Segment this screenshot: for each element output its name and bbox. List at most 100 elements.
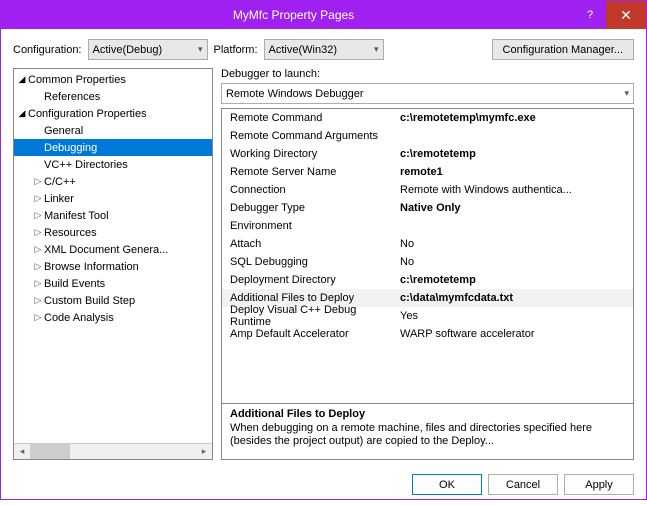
property-row[interactable]: Remote Command Arguments — [222, 127, 633, 145]
property-value: Native Only — [400, 202, 633, 214]
cancel-button[interactable]: Cancel — [488, 474, 558, 495]
debugger-launch-dropdown[interactable]: Remote Windows Debugger ▾ — [221, 83, 634, 104]
triangle-right-icon[interactable]: ▷ — [32, 295, 44, 306]
chevron-down-icon: ▾ — [198, 44, 203, 55]
tree-item-label: Browse Information — [44, 261, 139, 273]
tree-item-label: Manifest Tool — [44, 210, 109, 222]
triangle-right-icon[interactable]: ▷ — [32, 227, 44, 238]
property-value: c:\remotetemp\mymfc.exe — [400, 112, 633, 124]
tree-item-xml-document-genera-[interactable]: ▷XML Document Genera... — [14, 241, 212, 258]
tree-item-label: C/C++ — [44, 176, 76, 188]
property-grid: Remote Commandc:\remotetemp\mymfc.exeRem… — [221, 108, 634, 460]
description-title: Additional Files to Deploy — [230, 408, 625, 420]
property-description: Additional Files to Deploy When debuggin… — [222, 403, 633, 459]
tree-item-resources[interactable]: ▷Resources — [14, 224, 212, 241]
tree-item-label: Debugging — [44, 142, 97, 154]
property-name: Deployment Directory — [230, 274, 400, 286]
property-value: c:\data\mymfcdata.txt — [400, 292, 633, 304]
property-row[interactable]: Remote Server Nameremote1 — [222, 163, 633, 181]
property-name: Working Directory — [230, 148, 400, 160]
triangle-right-icon[interactable]: ▷ — [32, 312, 44, 323]
property-value: Yes — [400, 310, 633, 322]
scroll-left-icon[interactable]: ◂ — [14, 444, 30, 459]
property-value: c:\remotetemp — [400, 148, 633, 160]
tree-item-label: XML Document Genera... — [44, 244, 168, 256]
scroll-thumb[interactable] — [30, 444, 70, 459]
property-name: SQL Debugging — [230, 256, 400, 268]
tree-item-debugging[interactable]: Debugging — [14, 139, 212, 156]
tree-item-browse-information[interactable]: ▷Browse Information — [14, 258, 212, 275]
property-name: Remote Command Arguments — [230, 130, 400, 142]
configuration-dropdown[interactable]: Active(Debug) ▾ — [88, 39, 208, 60]
configuration-manager-button[interactable]: Configuration Manager... — [492, 39, 634, 60]
property-value: c:\remotetemp — [400, 274, 633, 286]
tree-item-label: Code Analysis — [44, 312, 114, 324]
property-name: Debugger Type — [230, 202, 400, 214]
property-value: No — [400, 238, 633, 250]
triangle-down-icon[interactable]: ◢ — [16, 74, 28, 85]
property-name: Attach — [230, 238, 400, 250]
apply-button[interactable]: Apply — [564, 474, 634, 495]
horizontal-scrollbar[interactable]: ◂ ▸ — [14, 443, 212, 459]
tree-item-label: Common Properties — [28, 74, 126, 86]
tree-item-configuration-properties[interactable]: ◢Configuration Properties — [14, 105, 212, 122]
platform-dropdown[interactable]: Active(Win32) ▾ — [264, 39, 384, 60]
triangle-right-icon[interactable]: ▷ — [32, 278, 44, 289]
triangle-right-icon[interactable]: ▷ — [32, 261, 44, 272]
tree-item-label: Build Events — [44, 278, 105, 290]
property-value: No — [400, 256, 633, 268]
triangle-right-icon[interactable]: ▷ — [32, 176, 44, 187]
dialog-buttons: OK Cancel Apply — [1, 468, 646, 505]
triangle-right-icon[interactable]: ▷ — [32, 244, 44, 255]
property-name: Amp Default Accelerator — [230, 328, 400, 340]
tree-item-general[interactable]: General — [14, 122, 212, 139]
chevron-down-icon: ▾ — [624, 88, 629, 99]
tree-item-build-events[interactable]: ▷Build Events — [14, 275, 212, 292]
property-row[interactable]: SQL DebuggingNo — [222, 253, 633, 271]
triangle-right-icon[interactable]: ▷ — [32, 210, 44, 221]
property-row[interactable]: AttachNo — [222, 235, 633, 253]
config-row: Configuration: Active(Debug) ▾ Platform:… — [1, 29, 646, 68]
tree-item-manifest-tool[interactable]: ▷Manifest Tool — [14, 207, 212, 224]
property-row[interactable]: Working Directoryc:\remotetemp — [222, 145, 633, 163]
help-icon[interactable]: ? — [578, 9, 602, 21]
tree-item-vc-directories[interactable]: VC++ Directories — [14, 156, 212, 173]
property-name: Remote Command — [230, 112, 400, 124]
close-icon[interactable]: ✕ — [606, 1, 646, 29]
property-row[interactable]: ConnectionRemote with Windows authentica… — [222, 181, 633, 199]
debugger-launch-label: Debugger to launch: — [221, 68, 634, 80]
scroll-right-icon[interactable]: ▸ — [196, 444, 212, 459]
description-body: When debugging on a remote machine, file… — [230, 422, 625, 448]
tree-item-c-c-[interactable]: ▷C/C++ — [14, 173, 212, 190]
titlebar: MyMfc Property Pages ? ✕ — [1, 1, 646, 29]
ok-button[interactable]: OK — [412, 474, 482, 495]
tree-item-label: Linker — [44, 193, 74, 205]
property-name: Additional Files to Deploy — [230, 292, 400, 304]
tree-item-common-properties[interactable]: ◢Common Properties — [14, 71, 212, 88]
property-row[interactable]: Remote Commandc:\remotetemp\mymfc.exe — [222, 109, 633, 127]
property-row[interactable]: Debugger TypeNative Only — [222, 199, 633, 217]
property-tree: ◢Common PropertiesReferences◢Configurati… — [13, 68, 213, 460]
triangle-down-icon[interactable]: ◢ — [16, 108, 28, 119]
tree-item-linker[interactable]: ▷Linker — [14, 190, 212, 207]
property-row[interactable]: Environment — [222, 217, 633, 235]
tree-item-label: VC++ Directories — [44, 159, 128, 171]
property-name: Remote Server Name — [230, 166, 400, 178]
tree-item-label: Resources — [44, 227, 97, 239]
window-title: MyMfc Property Pages — [9, 8, 578, 22]
property-value: remote1 — [400, 166, 633, 178]
property-name: Connection — [230, 184, 400, 196]
tree-item-custom-build-step[interactable]: ▷Custom Build Step — [14, 292, 212, 309]
property-row[interactable]: Amp Default AcceleratorWARP software acc… — [222, 325, 633, 343]
platform-label: Platform: — [214, 44, 258, 56]
property-value: WARP software accelerator — [400, 328, 633, 340]
tree-item-label: References — [44, 91, 100, 103]
property-row[interactable]: Deploy Visual C++ Debug RuntimeYes — [222, 307, 633, 325]
property-name: Environment — [230, 220, 400, 232]
configuration-label: Configuration: — [13, 44, 82, 56]
property-row[interactable]: Deployment Directoryc:\remotetemp — [222, 271, 633, 289]
tree-item-references[interactable]: References — [14, 88, 212, 105]
triangle-right-icon[interactable]: ▷ — [32, 193, 44, 204]
tree-item-code-analysis[interactable]: ▷Code Analysis — [14, 309, 212, 326]
property-value: Remote with Windows authentica... — [400, 184, 633, 196]
